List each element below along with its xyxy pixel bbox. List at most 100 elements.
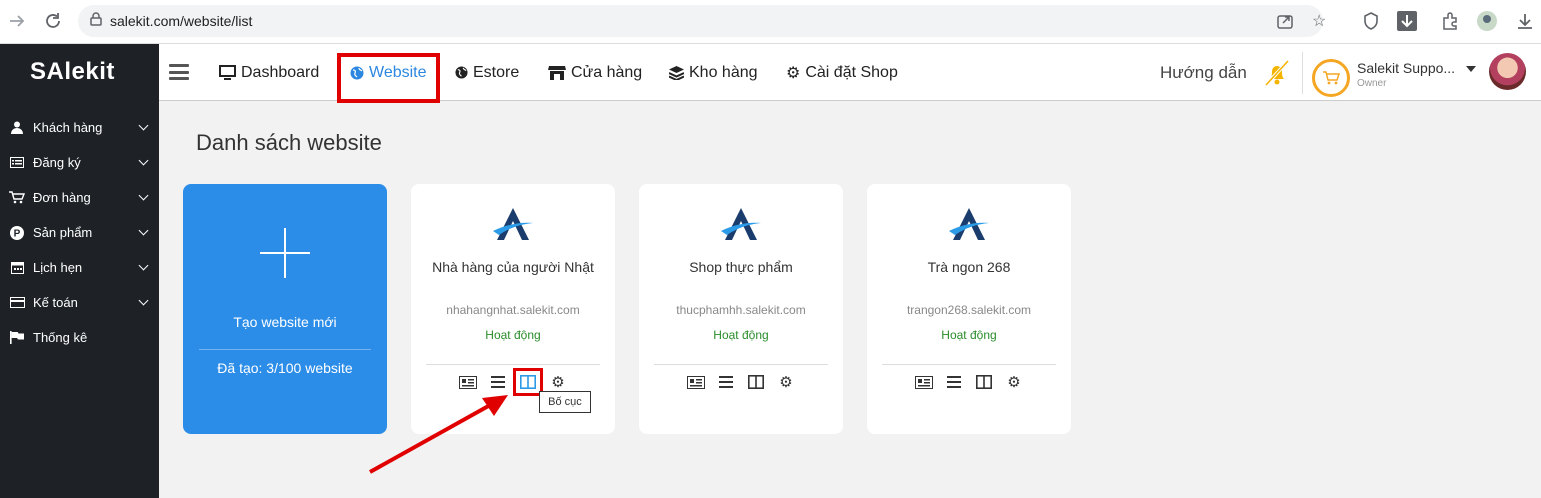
website-card: Shop thực phẩm thucphamhh.salekit.com Ho… bbox=[639, 184, 843, 434]
layout-icon[interactable] bbox=[513, 368, 543, 396]
avatar[interactable] bbox=[1489, 53, 1526, 90]
site-domain[interactable]: trangon268.salekit.com bbox=[867, 303, 1071, 317]
nav-label: Cửa hàng bbox=[571, 63, 643, 81]
status-badge: Hoạt động bbox=[713, 328, 769, 342]
download-box-icon[interactable] bbox=[1396, 10, 1418, 32]
help-link[interactable]: Hướng dẫn bbox=[1160, 63, 1247, 83]
svg-text:P: P bbox=[14, 228, 21, 239]
address-bar[interactable]: salekit.com/website/list ☆ bbox=[78, 5, 1326, 37]
shield-icon[interactable] bbox=[1360, 10, 1382, 32]
nav-dashboard[interactable]: Dashboard bbox=[219, 44, 319, 101]
star-icon[interactable]: ☆ bbox=[1312, 5, 1326, 37]
content-icon[interactable] bbox=[459, 374, 477, 390]
highlight-website-box bbox=[337, 53, 440, 103]
website-card: Trà ngon 268 trangon268.salekit.com Hoạt… bbox=[867, 184, 1071, 434]
nav-estore[interactable]: Estore bbox=[455, 44, 519, 101]
store-icon bbox=[548, 65, 566, 80]
sidebar-item-thong-ke[interactable]: Thống kê bbox=[0, 320, 159, 355]
site-logo-icon bbox=[949, 208, 989, 240]
site-name: Nhà hàng của người Nhật bbox=[432, 259, 594, 275]
caret-down-icon[interactable] bbox=[1466, 66, 1476, 72]
divider bbox=[654, 364, 828, 365]
chevron-down-icon bbox=[138, 225, 149, 236]
downloads-icon[interactable] bbox=[1514, 10, 1536, 32]
sidebar: SAlekit Khách hàng Đăng ký Đơn hàng P Sả… bbox=[0, 44, 159, 498]
website-count: Đã tạo: 3/100 website bbox=[217, 360, 353, 376]
hamburger-menu-icon[interactable] bbox=[169, 64, 189, 80]
site-name: Shop thực phẩm bbox=[689, 259, 793, 275]
chevron-down-icon bbox=[138, 260, 149, 271]
shop-cart-avatar-icon[interactable] bbox=[1312, 59, 1350, 97]
sidebar-item-label: Đăng ký bbox=[33, 155, 81, 170]
layout-icon[interactable] bbox=[747, 374, 765, 390]
sidebar-item-label: Đơn hàng bbox=[33, 190, 91, 205]
site-domain[interactable]: nhahangnhat.salekit.com bbox=[411, 303, 615, 317]
sidebar-item-don-hang[interactable]: Đơn hàng bbox=[0, 180, 159, 215]
logo[interactable]: SAlekit bbox=[30, 58, 115, 86]
monitor-icon bbox=[219, 65, 236, 80]
site-name: Trà ngon 268 bbox=[927, 259, 1011, 275]
gear-icon[interactable]: ⚙ bbox=[777, 374, 795, 391]
extensions-icon[interactable] bbox=[1439, 10, 1461, 32]
sidebar-item-san-pham[interactable]: P Sản phẩm bbox=[0, 215, 159, 250]
divider bbox=[426, 364, 600, 365]
site-domain[interactable]: thucphamhh.salekit.com bbox=[639, 303, 843, 317]
plus-icon bbox=[284, 228, 286, 278]
sidebar-item-khach-hang[interactable]: Khách hàng bbox=[0, 110, 159, 145]
cart-icon bbox=[9, 191, 25, 204]
card-actions: ⚙ bbox=[867, 374, 1071, 391]
menu-icon[interactable] bbox=[945, 374, 963, 390]
bell-off-icon[interactable] bbox=[1262, 58, 1292, 93]
content-icon[interactable] bbox=[915, 374, 933, 390]
sidebar-item-lich-hen[interactable]: Lịch hẹn bbox=[0, 250, 159, 285]
gear-icon[interactable]: ⚙ bbox=[1005, 374, 1023, 391]
sidebar-item-label: Kế toán bbox=[33, 295, 78, 310]
list-card-icon bbox=[9, 157, 25, 168]
page-title: Danh sách website bbox=[196, 130, 382, 155]
nav-label: Estore bbox=[473, 63, 520, 81]
nav-kho-hang[interactable]: Kho hàng bbox=[669, 44, 758, 101]
nav-cai-dat-shop[interactable]: ⚙ Cài đặt Shop bbox=[786, 44, 898, 101]
sidebar-item-dang-ky[interactable]: Đăng ký bbox=[0, 145, 159, 180]
content-icon[interactable] bbox=[687, 374, 705, 390]
nav-cua-hang[interactable]: Cửa hàng bbox=[548, 44, 642, 101]
chevron-down-icon bbox=[138, 155, 149, 166]
browser-toolbar: salekit.com/website/list ☆ bbox=[0, 0, 1541, 44]
topbar: Dashboard Website Estore Cửa hàng Kho hà… bbox=[159, 44, 1541, 103]
user-name[interactable]: Salekit Suppo... bbox=[1357, 60, 1455, 76]
menu-icon[interactable] bbox=[717, 374, 735, 390]
nav-label: Kho hàng bbox=[689, 63, 758, 81]
menu-icon[interactable] bbox=[489, 374, 507, 390]
product-p-icon: P bbox=[9, 225, 25, 240]
forward-icon[interactable] bbox=[6, 10, 28, 32]
status-badge: Hoạt động bbox=[485, 328, 541, 342]
globe-icon bbox=[455, 66, 468, 79]
sidebar-item-label: Sản phẩm bbox=[33, 225, 93, 240]
create-website-card[interactable]: Tạo website mới Đã tạo: 3/100 website bbox=[183, 184, 387, 434]
chevron-down-icon bbox=[138, 120, 149, 131]
site-logo-icon bbox=[721, 208, 761, 240]
nav-label: Cài đặt Shop bbox=[805, 63, 898, 81]
gear-icon: ⚙ bbox=[786, 64, 801, 82]
divider bbox=[882, 364, 1056, 365]
user-icon bbox=[9, 121, 25, 134]
sidebar-item-label: Lịch hẹn bbox=[33, 260, 83, 275]
gear-icon[interactable]: ⚙ bbox=[549, 374, 567, 391]
share-icon[interactable] bbox=[1276, 5, 1294, 37]
annotation-arrow-icon bbox=[369, 395, 508, 474]
card-actions: ⚙ bbox=[411, 368, 615, 396]
create-website-label: Tạo website mới bbox=[233, 314, 337, 330]
divider bbox=[199, 349, 371, 350]
profile-icon[interactable] bbox=[1476, 10, 1498, 32]
nav-label: Dashboard bbox=[241, 63, 320, 81]
layers-icon bbox=[669, 65, 684, 80]
reload-icon[interactable] bbox=[42, 10, 64, 32]
url-text: salekit.com/website/list bbox=[110, 13, 253, 29]
sidebar-item-ke-toan[interactable]: Kế toán bbox=[0, 285, 159, 320]
site-logo-icon bbox=[493, 208, 533, 240]
status-badge: Hoạt động bbox=[941, 328, 997, 342]
layout-tooltip: Bố cục bbox=[539, 391, 591, 413]
calendar-icon bbox=[9, 261, 25, 274]
credit-card-icon bbox=[9, 297, 25, 308]
layout-icon[interactable] bbox=[975, 374, 993, 390]
